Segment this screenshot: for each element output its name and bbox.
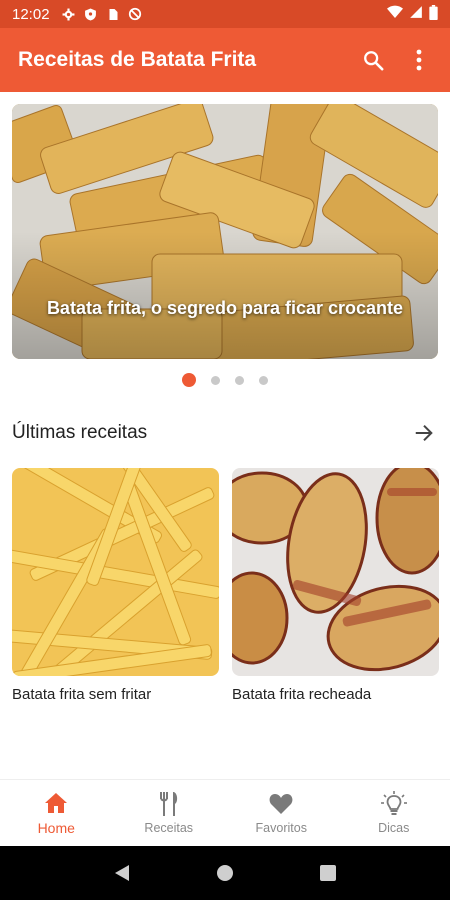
status-bar: 12:02 bbox=[0, 0, 450, 28]
carousel-dot-1[interactable] bbox=[182, 373, 196, 387]
wifi-icon bbox=[387, 5, 403, 23]
recipe-card[interactable]: Batata frita recheada bbox=[232, 468, 439, 703]
nav-label: Receitas bbox=[144, 821, 194, 835]
nav-item-home[interactable]: Home bbox=[0, 780, 113, 846]
recents-icon[interactable] bbox=[316, 861, 340, 885]
back-icon[interactable] bbox=[110, 861, 134, 885]
no-disturb-icon bbox=[128, 7, 142, 21]
arrow-right-icon[interactable] bbox=[410, 419, 438, 447]
slide-caption: Batata frita, o segredo para ficar croca… bbox=[46, 298, 404, 318]
status-time: 12:02 bbox=[12, 5, 50, 23]
recipe-image bbox=[12, 468, 219, 676]
bottom-navigation: Home Receitas Favoritos Dicas bbox=[0, 779, 450, 846]
home-circle-icon[interactable] bbox=[213, 861, 237, 885]
latest-recipes-header: Últimas receitas bbox=[12, 415, 438, 451]
recipe-card[interactable]: Batata frita sem fritar bbox=[12, 468, 219, 703]
home-icon bbox=[43, 790, 69, 816]
search-icon[interactable] bbox=[360, 47, 386, 73]
battery-icon bbox=[429, 4, 438, 24]
app-title: Receitas de Batata Frita bbox=[18, 48, 257, 71]
sim-icon bbox=[106, 7, 120, 21]
app-bar-actions bbox=[360, 47, 432, 73]
nav-item-dicas[interactable]: Dicas bbox=[338, 780, 450, 846]
recipe-title: Batata frita sem fritar bbox=[12, 686, 152, 703]
carousel-dot-4[interactable] bbox=[259, 375, 268, 385]
app-bar: Receitas de Batata Frita bbox=[0, 28, 450, 92]
nav-item-favoritos[interactable]: Favoritos bbox=[225, 780, 338, 846]
more-vert-icon[interactable] bbox=[406, 47, 432, 73]
carousel-dot-3[interactable] bbox=[235, 375, 244, 385]
featured-carousel[interactable]: Batata frita, o segredo para ficar croca… bbox=[12, 104, 438, 359]
carousel-indicator bbox=[0, 373, 450, 387]
status-right bbox=[387, 4, 438, 24]
nav-label: Favoritos bbox=[255, 821, 307, 835]
carousel-dot-2[interactable] bbox=[211, 375, 220, 385]
latest-recipes-list: Batata frita sem fritar Batata frita rec… bbox=[12, 468, 439, 703]
nav-item-receitas[interactable]: Receitas bbox=[113, 780, 226, 846]
section-title: Últimas receitas bbox=[12, 422, 148, 443]
settings-icon bbox=[62, 7, 76, 21]
status-icons bbox=[62, 7, 142, 21]
utensils-icon bbox=[156, 791, 182, 817]
recipe-image bbox=[232, 468, 439, 676]
lightbulb-icon bbox=[380, 791, 407, 817]
nav-label: Dicas bbox=[378, 821, 410, 835]
shield-icon bbox=[84, 7, 98, 21]
system-navigation-bar bbox=[0, 846, 450, 900]
featured-slide-image bbox=[12, 104, 438, 359]
signal-icon bbox=[409, 5, 423, 23]
recipe-title: Batata frita recheada bbox=[232, 686, 372, 703]
heart-icon bbox=[268, 791, 294, 817]
nav-label: Home bbox=[37, 820, 75, 836]
